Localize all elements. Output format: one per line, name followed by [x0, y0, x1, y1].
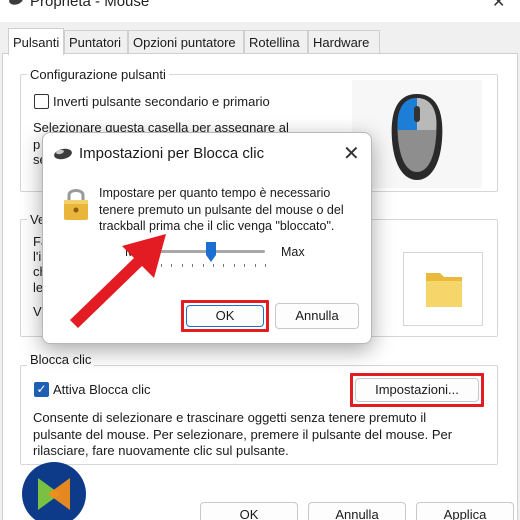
click-lock-description-1: Consente di selezionare e trascinare ogg…	[33, 410, 427, 425]
slider-max-label: Max	[281, 245, 305, 259]
logo	[22, 462, 86, 520]
apply-button[interactable]: Applica	[416, 502, 514, 520]
slider-tick	[244, 264, 246, 267]
double-click-text-5: V	[33, 304, 42, 319]
ok-button[interactable]: OK	[200, 502, 298, 520]
button-config-title: Configurazione pulsanti	[27, 67, 169, 82]
tab-puntatori[interactable]: Puntatori	[64, 30, 128, 54]
mouse-icon	[54, 148, 72, 160]
dialog-title: Impostazioni per Blocca clic	[79, 145, 265, 162]
slider-tick	[202, 264, 204, 267]
click-lock-checkbox[interactable]: ✓	[34, 382, 49, 397]
checkmark-icon: ✓	[36, 382, 47, 396]
folder-icon	[426, 273, 462, 307]
title-bar: Proprietà - Mouse ✕	[0, 0, 520, 22]
swap-buttons-label: Inverti pulsante secondario e primario	[53, 94, 270, 109]
slider-tick	[213, 264, 214, 267]
tab-rotellina[interactable]: Rotellina	[244, 30, 308, 54]
window-close-button[interactable]: ✕	[492, 0, 505, 12]
slider-tick	[265, 264, 266, 267]
click-lock-label: Attiva Blocca clic	[53, 382, 151, 397]
click-lock-title: Blocca clic	[27, 352, 95, 367]
tab-pulsanti[interactable]: Pulsanti	[8, 28, 64, 55]
slider-ticks	[161, 264, 269, 267]
tab-hardware[interactable]: Hardware	[308, 30, 380, 54]
tab-bar: Pulsanti Puntatori Opzioni puntatore Rot…	[0, 28, 520, 55]
dialog-cancel-button[interactable]: Annulla	[275, 303, 359, 329]
dialog-description-line-2: tenere premuto un pulsante del mouse o d…	[99, 202, 344, 217]
dialog-close-button[interactable]: ✕	[343, 141, 360, 166]
slider-tick	[223, 264, 225, 267]
cancel-button[interactable]: Annulla	[308, 502, 406, 520]
lock-icon	[64, 189, 88, 220]
slider-tick	[192, 264, 194, 267]
slider-tick	[181, 264, 183, 267]
test-area[interactable]	[403, 252, 483, 326]
slider-tick	[233, 264, 235, 267]
window-title: Proprietà - Mouse	[30, 0, 150, 10]
click-lock-settings-button[interactable]: Impostazioni...	[355, 378, 479, 402]
arrow-annotation	[70, 234, 166, 328]
click-lock-description-3: rilasciare, fare nuovamente clic sul pul…	[33, 443, 289, 458]
click-lock-description-2: pulsante del mouse. Per selezionare, pre…	[33, 427, 453, 442]
swap-buttons-checkbox[interactable]	[34, 94, 49, 109]
slider-tick	[254, 264, 256, 267]
dialog-ok-button[interactable]: OK	[186, 305, 264, 327]
mouse-icon	[9, 0, 23, 5]
button-config-description-2: p	[33, 137, 41, 152]
tab-opzioni-puntatore[interactable]: Opzioni puntatore	[128, 30, 244, 54]
double-click-text-2: l'i	[33, 249, 42, 264]
slider-thumb[interactable]	[205, 241, 217, 263]
dialog-description-line-1: Impostare per quanto tempo è necessario	[99, 186, 331, 200]
